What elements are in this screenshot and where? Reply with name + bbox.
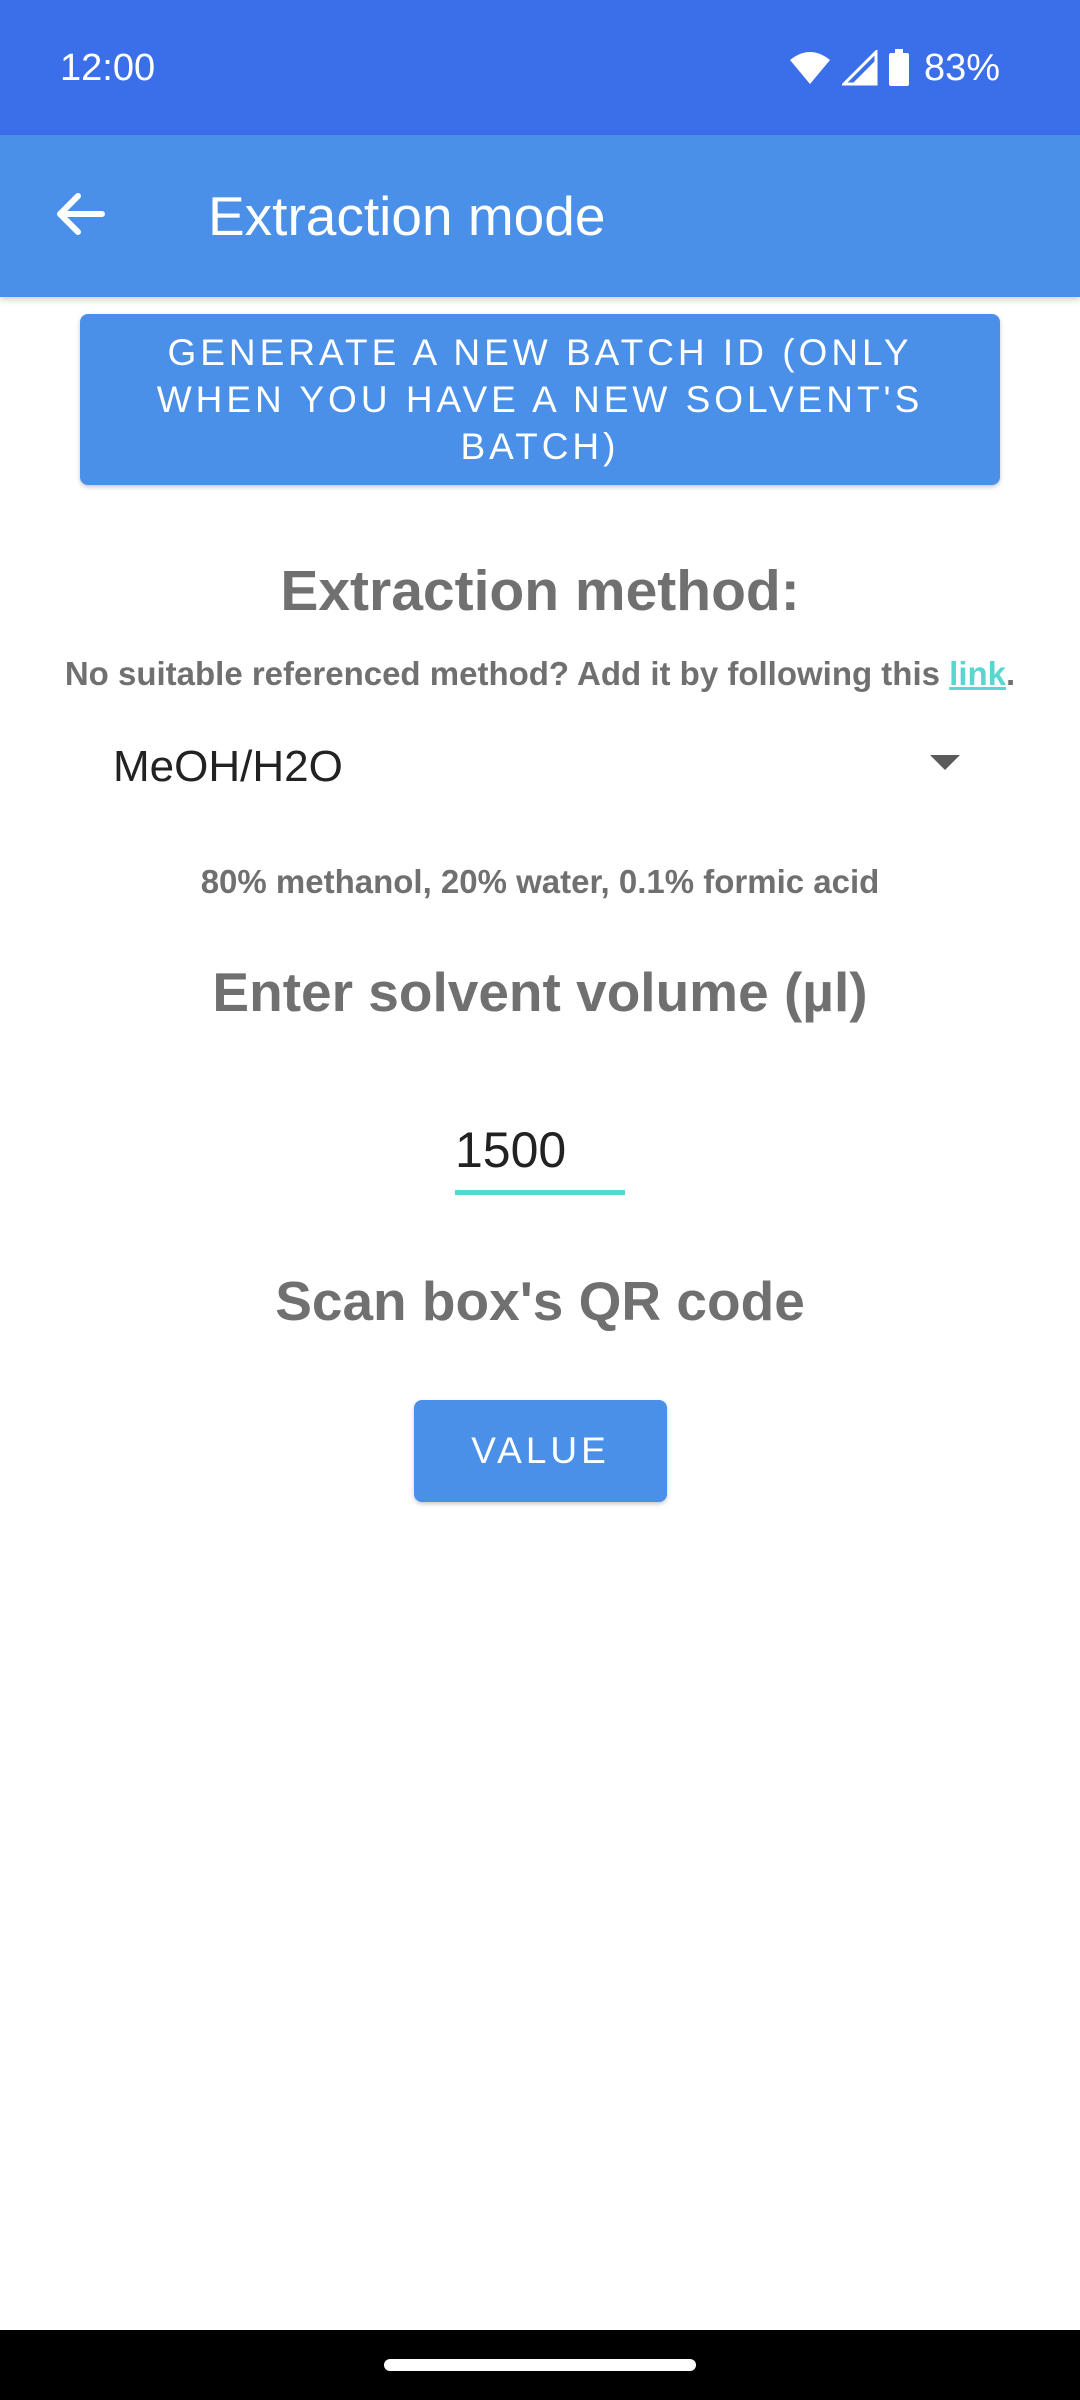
solvent-volume-input[interactable] [455,1110,625,1195]
app-bar: Extraction mode [0,135,1080,297]
dropdown-arrow-icon [930,755,960,770]
battery-icon [888,49,910,87]
page-title: Extraction mode [208,185,606,247]
solvent-volume-heading: Enter solvent volume (µl) [212,961,868,1023]
generate-batch-id-button[interactable]: GENERATE A NEW BATCH ID (ONLY WHEN YOU H… [80,314,1000,485]
back-button[interactable] [40,176,120,256]
add-method-hint: No suitable referenced method? Add it by… [0,652,1080,696]
status-time: 12:00 [60,47,156,89]
cell-signal-icon [841,50,878,86]
add-method-link[interactable]: link [949,655,1006,692]
arrow-left-icon [54,192,106,241]
scan-qr-heading: Scan box's QR code [275,1270,805,1332]
extraction-method-dropdown[interactable]: MeOH/H2O [80,722,960,812]
wifi-icon [788,50,832,86]
hint-suffix: . [1006,655,1016,692]
selected-method: MeOH/H2O [113,742,343,791]
status-bar: 12:00 83% [0,0,1080,135]
status-icons: 83% [788,40,1000,96]
navigation-bar [0,2330,1080,2400]
hint-text: No suitable referenced method? Add it by… [64,655,950,692]
extraction-method-heading: Extraction method: [280,559,800,623]
method-description: 80% methanol, 20% water, 0.1% formic aci… [200,863,880,900]
battery-percentage: 83% [923,47,1000,89]
home-gesture-handle[interactable] [384,2359,696,2371]
value-button[interactable]: VALUE [414,1400,667,1502]
